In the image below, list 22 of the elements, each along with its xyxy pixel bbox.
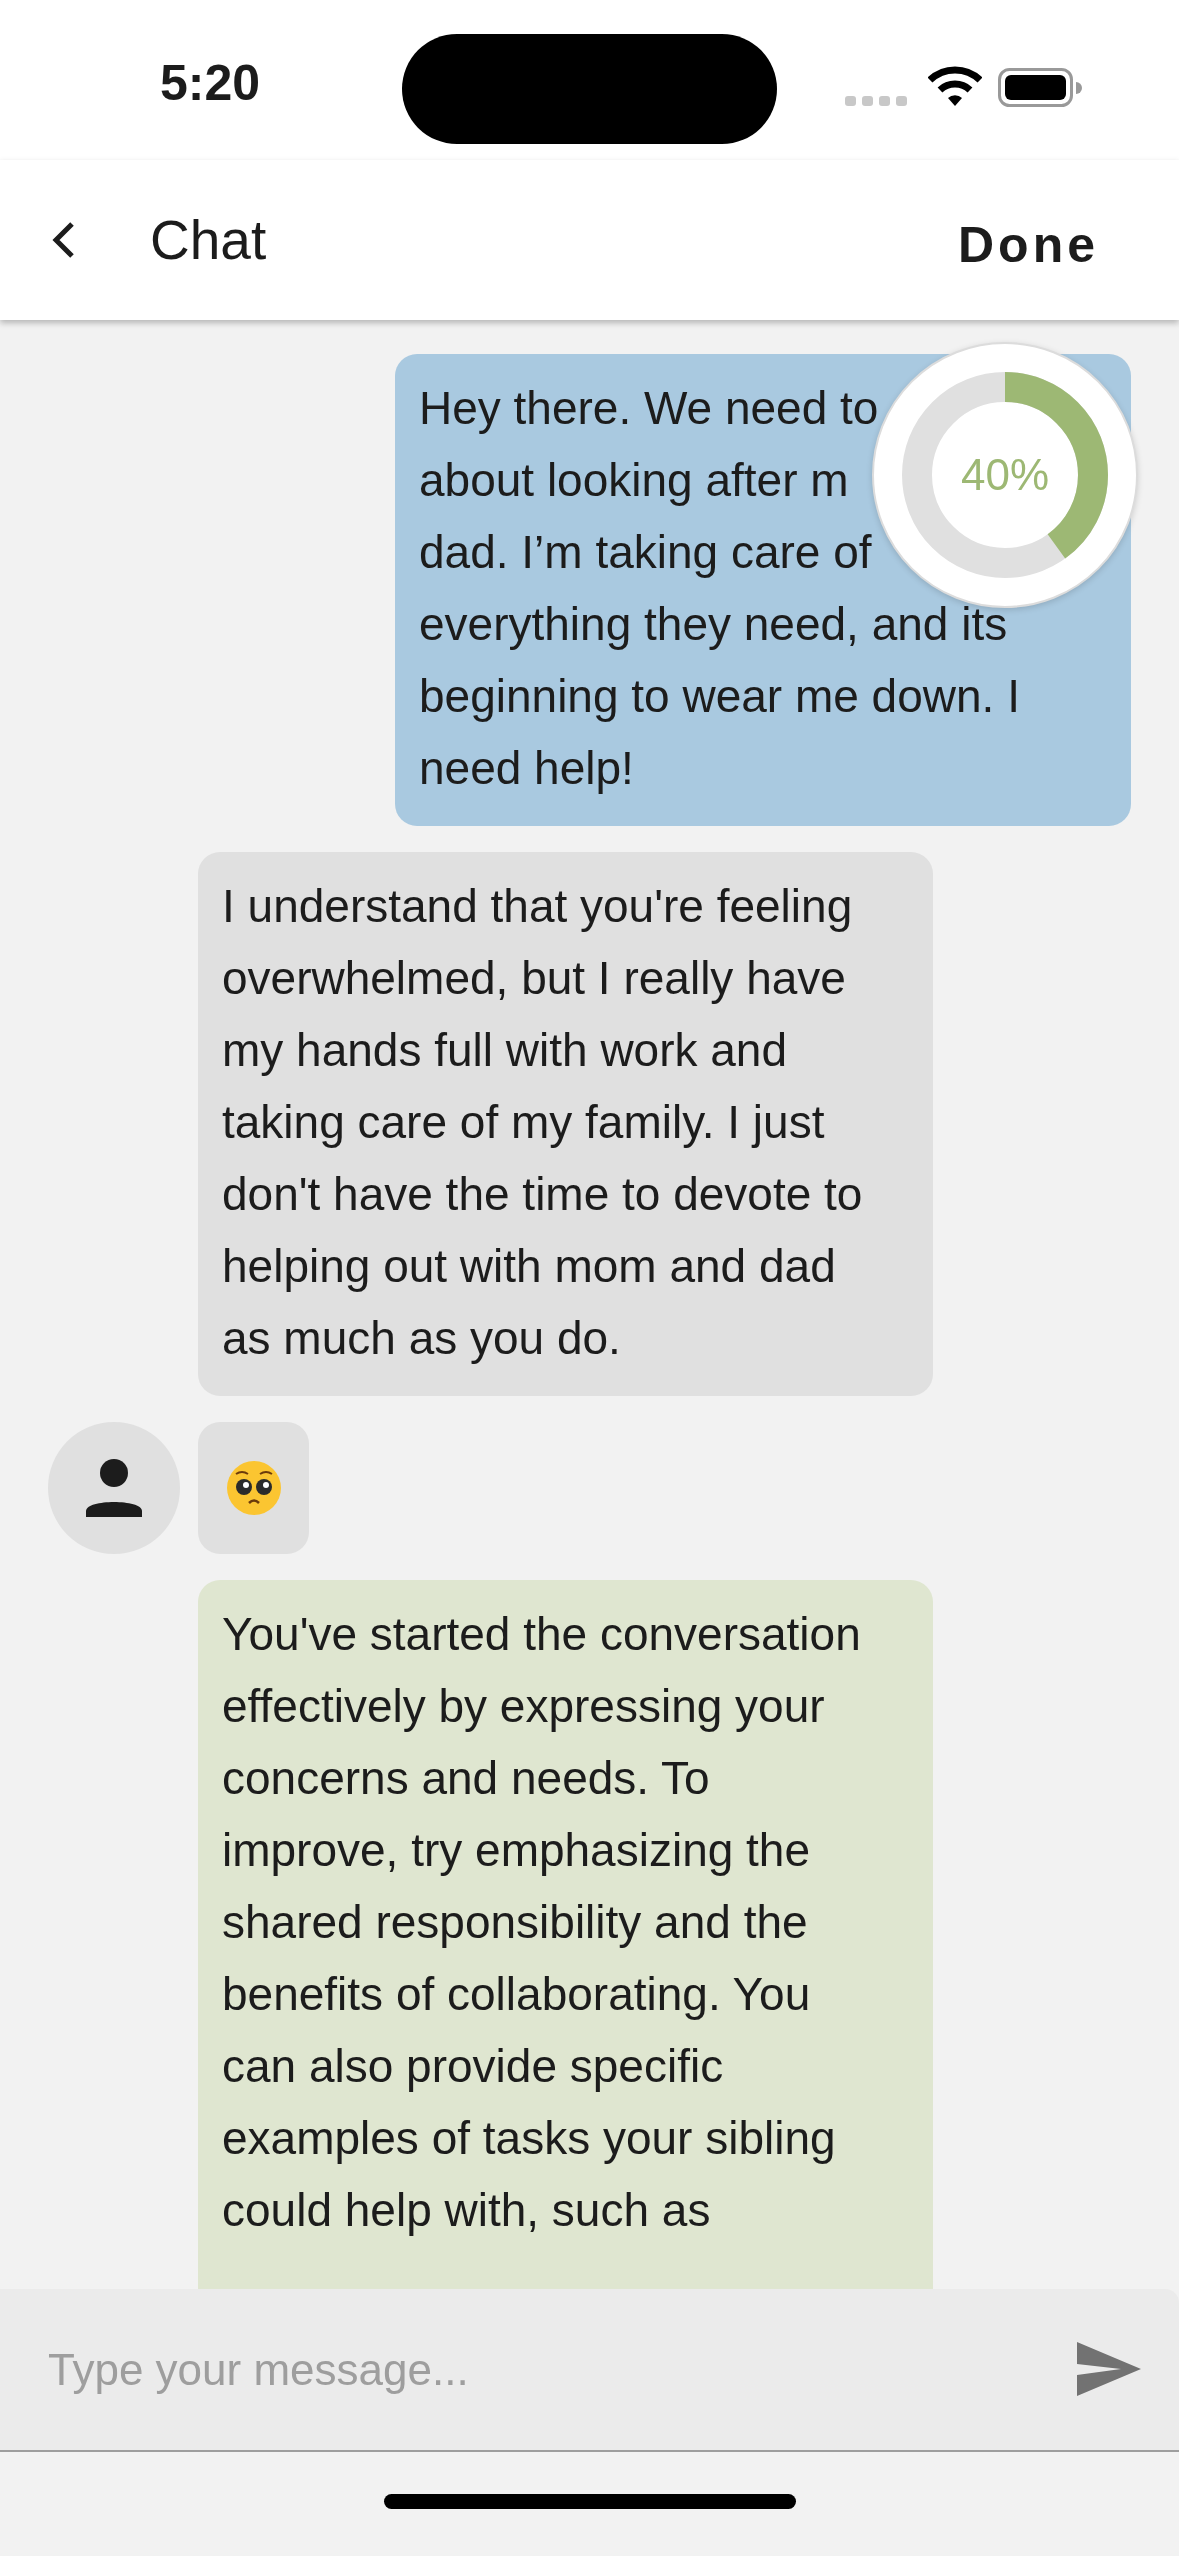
battery-icon — [998, 68, 1082, 108]
message-text: You've started the conversation effectively by expressing your concerns and needs. To improve, try emphasizing the shared responsibility and the benefits of collaborating. You can also provide specific examples of tasks your sibling could help with, such as — [222, 1607, 862, 2238]
message-line: Hey there. We need to — [419, 381, 879, 436]
pleading-face-icon — [225, 1460, 282, 1516]
screen-title: Chat — [150, 212, 267, 268]
message-line: beginning to wear me down. I — [419, 669, 1020, 724]
message-line: need help! — [419, 741, 634, 796]
message-line: dad. I’m taking care of — [419, 525, 872, 580]
send-icon[interactable] — [1077, 2341, 1141, 2398]
message-text: I understand that you're feeling overwhelmed, but I really have my hands full with work and taking care of my family. I just don't have the time to devote to helping out with mom and dad as much as you do. — [222, 879, 864, 1366]
progress-ring-icon — [902, 372, 1108, 578]
signal-icon — [845, 94, 907, 108]
status-time: 5:20 — [160, 58, 261, 108]
back-icon[interactable] — [50, 220, 76, 260]
person-icon — [85, 1459, 143, 1517]
done-button[interactable]: Done — [958, 220, 1099, 270]
wifi-icon — [928, 66, 982, 108]
message-composer[interactable]: Type your message... — [0, 2289, 1179, 2452]
message-field[interactable]: Type your message... — [48, 2336, 1077, 2403]
progress-percent: 40% — [960, 453, 1050, 497]
message-line: everything they need, and its — [419, 597, 1008, 652]
message-line: about looking after m — [419, 453, 849, 508]
